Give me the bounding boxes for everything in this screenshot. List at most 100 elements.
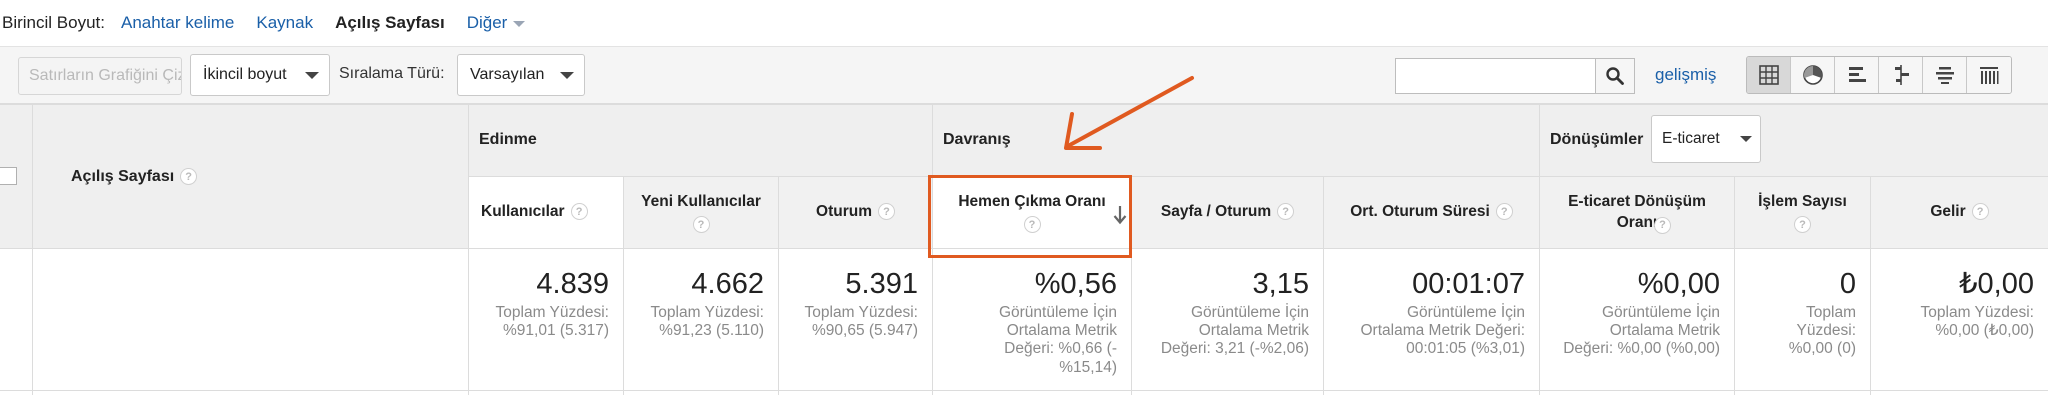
total-cell-sessions: 5.391 Toplam Yüzdesi: %90,65 (5.947) xyxy=(779,248,933,395)
total-cell-revenue: ₺0,00 Toplam Yüzdesi: %0,00 (₺0,00) xyxy=(1871,248,2048,395)
total-cell-new-users: 4.662 Toplam Yüzdesi: %91,23 (5.110) xyxy=(624,248,779,395)
dimension-option-landing-page[interactable]: Açılış Sayfası xyxy=(335,13,445,33)
total-note-line: %90,65 (5.947) xyxy=(812,322,918,340)
column-label-ecommerce-conversion-rate: E-ticaret Dönüşüm Oranı xyxy=(1568,192,1706,231)
help-icon[interactable]: ? xyxy=(1794,216,1811,234)
column-label-revenue: Gelir xyxy=(1930,203,1966,221)
total-note-line: Toplam Yüzdesi: xyxy=(1920,303,2034,321)
chevron-down-icon xyxy=(513,20,526,27)
performance-view-button[interactable] xyxy=(1835,57,1879,93)
total-note-line: %91,23 (5.110) xyxy=(659,322,764,340)
behavior-group-label: Davranış xyxy=(943,131,1011,148)
total-note-line: Görüntüleme İçin xyxy=(998,303,1117,321)
total-note-line: %0,00 (0) xyxy=(1788,340,1856,358)
total-note-line: Görüntüleme İçin xyxy=(1190,303,1309,321)
behavior-group-header: Davranış xyxy=(933,104,1540,176)
secondary-dimension-select[interactable]: İkincil boyut xyxy=(190,54,330,96)
secondary-dimension-label: İkincil boyut xyxy=(203,66,287,83)
dimension-option-source[interactable]: Kaynak xyxy=(256,13,313,33)
total-note-line: Ortalama Metrik xyxy=(1609,322,1720,340)
total-note-line: %91,01 (5.317) xyxy=(503,322,609,340)
column-header-pages-per-session[interactable]: Sayfa / Oturum? xyxy=(1132,176,1324,248)
dimension-option-other[interactable]: Diğer xyxy=(467,13,526,33)
total-cell-users: 4.839 Toplam Yüzdesi: %91,01 (5.317) xyxy=(469,248,624,395)
total-note-line: Toplam Yüzdesi: xyxy=(495,303,609,321)
pie-view-button[interactable] xyxy=(1791,57,1835,93)
dimension-option-other-label: Diğer xyxy=(466,13,508,32)
total-note-line: Yüzdesi: xyxy=(1796,322,1856,340)
table-view-button[interactable] xyxy=(1747,57,1791,93)
column-label-new-users: Yeni Kullanıcılar xyxy=(641,192,761,210)
help-icon[interactable]: ? xyxy=(570,203,588,221)
sort-type-label: Sıralama Türü: xyxy=(339,65,445,82)
column-label-pages-per-session: Sayfa / Oturum xyxy=(1160,203,1272,221)
conversions-group-label: Dönüşümler xyxy=(1550,131,1644,148)
total-note-line: Toplam Yüzdesi: xyxy=(650,303,764,321)
total-value-pages-per-session: 3,15 xyxy=(1252,268,1309,300)
total-note-line: Toplam Yüzdesi: xyxy=(804,303,918,321)
acquisition-group-header: Edinme xyxy=(469,104,933,176)
advanced-filter-link[interactable]: gelişmiş xyxy=(1655,65,1716,85)
total-value-avg-session-duration: 00:01:07 xyxy=(1412,268,1525,300)
column-header-sessions[interactable]: Oturum? xyxy=(779,176,933,248)
column-header-new-users[interactable]: Yeni Kullanıcılar ? xyxy=(624,176,779,248)
help-icon[interactable]: ? xyxy=(1971,203,1989,221)
help-icon[interactable]: ? xyxy=(1654,217,1671,234)
total-note-line: %0,00 (₺0,00) xyxy=(1935,322,2034,340)
column-header-users[interactable]: Kullanıcılar? xyxy=(469,176,624,248)
total-note-line: %15,14) xyxy=(1059,358,1117,376)
total-value-ecommerce-conversion-rate: %0,00 xyxy=(1637,268,1720,300)
search-icon xyxy=(1606,67,1624,85)
help-icon[interactable]: ? xyxy=(180,168,198,186)
column-label-transactions: İşlem Sayısı xyxy=(1758,192,1847,210)
total-note-line: Değeri: 3,21 (-%2,06) xyxy=(1160,340,1309,358)
help-icon[interactable]: ? xyxy=(1495,203,1513,221)
column-label-sessions: Oturum xyxy=(816,203,872,221)
help-icon[interactable]: ? xyxy=(1277,203,1295,221)
primary-dimension-label: Birincil Boyut: xyxy=(2,13,105,32)
search-button[interactable] xyxy=(1595,58,1635,94)
total-value-revenue: ₺0,00 xyxy=(1959,268,2034,300)
conversions-type-value: E-ticaret xyxy=(1662,130,1720,147)
total-note-line: Ortalama Metrik xyxy=(1198,322,1309,340)
landing-page-totals-cell xyxy=(33,248,469,395)
landing-page-header[interactable]: Açılış Sayfası? xyxy=(33,104,469,248)
column-label-avg-session-duration: Ort. Oturum Süresi xyxy=(1350,203,1490,221)
row-select-column-totals xyxy=(0,248,33,395)
conversions-type-select[interactable]: E-ticaret xyxy=(1651,115,1761,163)
dimension-option-keyword[interactable]: Anahtar kelime xyxy=(121,13,234,33)
chevron-down-icon xyxy=(1740,136,1752,142)
plot-rows-button[interactable]: Satırların Grafiğini Çiz xyxy=(18,57,182,95)
pie-view-icon xyxy=(1802,65,1823,85)
view-type-switcher xyxy=(1746,56,2012,94)
total-note-line: 00:01:05 (%3,01) xyxy=(1406,340,1525,358)
total-note-line: Ortalama Metrik xyxy=(1006,322,1117,340)
column-header-avg-session-duration[interactable]: Ort. Oturum Süresi? xyxy=(1324,176,1540,248)
column-header-transactions[interactable]: İşlem Sayısı ? xyxy=(1735,176,1871,248)
total-cell-transactions: 0 Toplam Yüzdesi: %0,00 (0) xyxy=(1735,248,1871,395)
sort-type-select[interactable]: Varsayılan xyxy=(457,54,585,96)
column-header-ecommerce-conversion-rate[interactable]: E-ticaret Dönüşüm Oranı ? xyxy=(1540,176,1735,248)
select-all-checkbox[interactable] xyxy=(0,167,17,185)
total-note-line: Görüntüleme İçin xyxy=(1406,303,1525,321)
table-bottom-divider xyxy=(0,390,2048,391)
pivot-view-icon xyxy=(1980,67,1999,84)
chevron-down-icon xyxy=(305,72,319,79)
help-icon[interactable]: ? xyxy=(877,203,895,221)
acquisition-group-label: Edinme xyxy=(479,131,537,148)
term-cloud-view-button[interactable] xyxy=(1923,57,1967,93)
help-icon[interactable]: ? xyxy=(692,216,710,234)
total-value-new-users: 4.662 xyxy=(691,268,764,300)
annotation-arrow-icon xyxy=(1064,76,1194,150)
column-header-revenue[interactable]: Gelir? xyxy=(1871,176,2048,248)
total-note-line: Değeri: %0,00 (%0,00) xyxy=(1563,340,1720,358)
chevron-down-icon xyxy=(560,72,574,79)
total-value-users: 4.839 xyxy=(536,268,609,300)
comparison-view-button[interactable] xyxy=(1879,57,1923,93)
term-cloud-view-icon xyxy=(1935,67,1954,84)
total-cell-ecommerce-conversion-rate: %0,00 Görüntüleme İçin Ortalama Metrik Değ… xyxy=(1540,248,1735,395)
pivot-view-button[interactable] xyxy=(1967,57,2011,93)
bounce-rate-highlight-box xyxy=(928,175,1132,258)
landing-page-header-label: Açılış Sayfası xyxy=(71,168,175,185)
total-value-sessions: 5.391 xyxy=(845,268,918,300)
